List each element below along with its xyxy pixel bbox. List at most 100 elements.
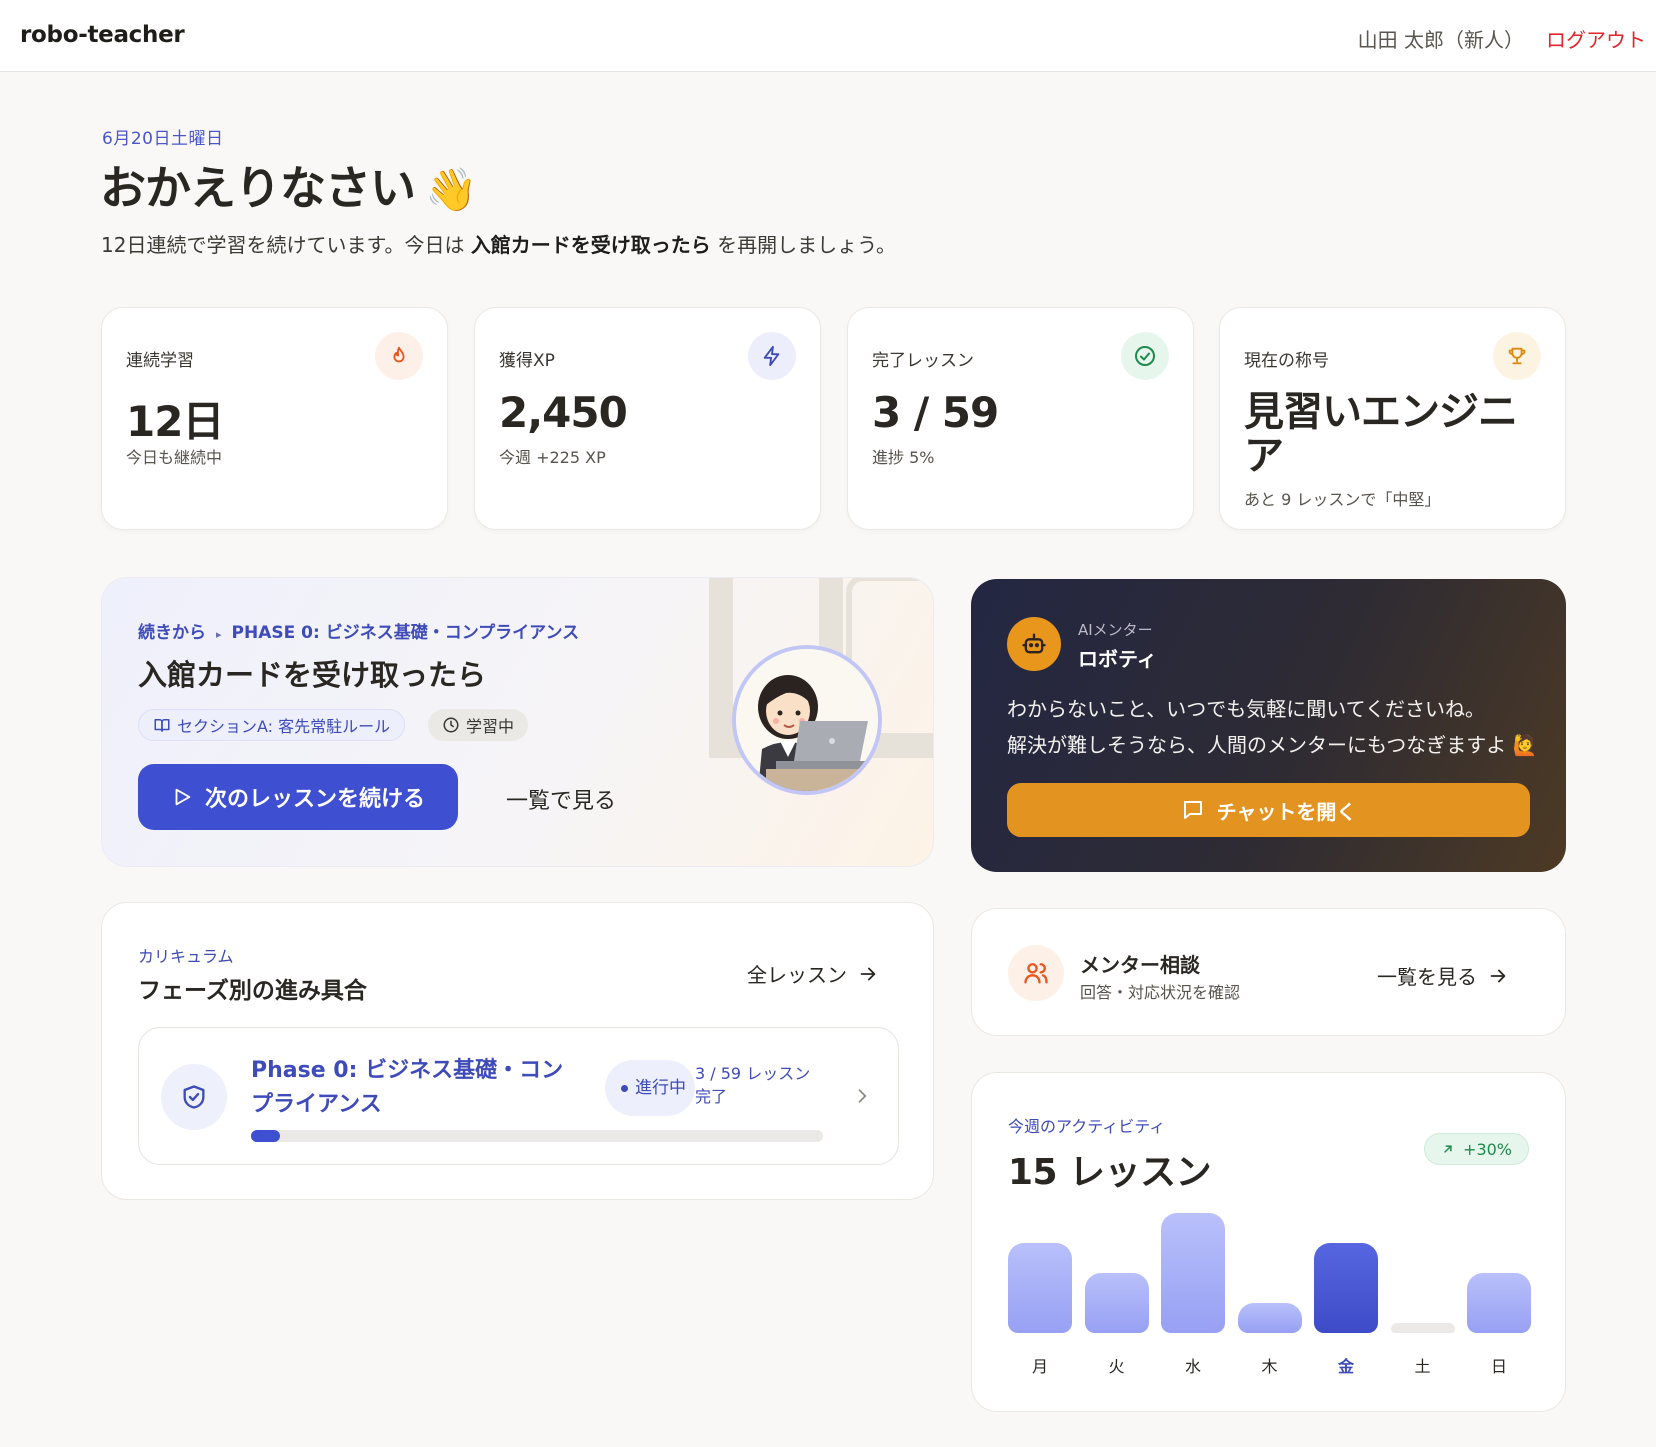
status-dot-icon — [621, 1085, 628, 1092]
phase-progress-fill — [251, 1130, 280, 1142]
stat-value: 見習いエンジニア — [1244, 389, 1518, 479]
curriculum-card: カリキュラム フェーズ別の進み具合 全レッスン Phase 0: ビジネス基礎・… — [101, 902, 934, 1200]
mentor-kicker: AIメンター — [1078, 621, 1153, 639]
weekly-activity-card: 今週のアクティビティ 15 レッスン +30% 月 火 水 木 金 土 日 — [971, 1072, 1566, 1412]
activity-bar — [1237, 1303, 1302, 1333]
phase-lesson-count: 3 / 59 レッスン完了 — [695, 1064, 811, 1106]
stat-label: 現在の称号 — [1244, 351, 1329, 371]
phase-name: Phase 0: ビジネス基礎・コンプライアンス — [251, 1058, 564, 1117]
activity-day-label: 金 — [1337, 1357, 1354, 1376]
activity-day-label: 水 — [1184, 1357, 1201, 1376]
subtitle-post: を再開しましょう。 — [710, 233, 896, 257]
play-icon — [175, 788, 191, 806]
stat-card-streak: 連続学習 12日 今日も継続中 — [101, 307, 448, 530]
activity-bar — [1314, 1243, 1378, 1333]
users-icon — [1008, 945, 1064, 1001]
activity-day-label: 月 — [1031, 1357, 1048, 1376]
page-title: おかえりなさい 👋 — [100, 152, 477, 218]
activity-day-label: 土 — [1414, 1357, 1431, 1376]
current-date: 6月20日土曜日 — [102, 129, 224, 149]
consult-subtitle: 回答・対応状況を確認 — [1080, 983, 1241, 1002]
stat-card-xp: 獲得XP 2,450 今週 +225 XP — [474, 307, 821, 530]
learner-illustration — [732, 645, 882, 795]
mentor-message-line2: 解決が難しそうなら、人間のメンターにもつなぎますよ 🙋 — [1007, 733, 1538, 757]
all-lessons-link[interactable]: 全レッスン — [747, 959, 879, 988]
phase-status-label: 進行中 — [635, 1078, 686, 1098]
arrow-right-icon — [860, 967, 876, 980]
subtitle-pre: 12日連続で学習を続けています。今日は — [101, 233, 471, 257]
breadcrumb-separator-icon: ▸ — [216, 628, 222, 641]
consult-list-link[interactable]: 一覧を見る — [1377, 961, 1509, 990]
stat-sub: あと 9 レッスンで「中堅」 — [1244, 490, 1441, 509]
activity-bar — [1467, 1273, 1531, 1333]
open-chat-label: チャットを開く — [1216, 801, 1357, 824]
stat-sub: 今週 +225 XP — [499, 448, 606, 467]
greeting-text: おかえりなさい — [100, 161, 416, 215]
user-name: 山田 太郎（新人） — [1357, 28, 1524, 52]
stat-value: 3 / 59 — [872, 388, 999, 437]
book-icon — [154, 719, 170, 732]
curriculum-title: フェーズ別の進み具合 — [138, 978, 367, 1004]
activity-bar — [1008, 1243, 1072, 1333]
activity-day-label: 日 — [1490, 1357, 1507, 1376]
consult-title: メンター相談 — [1080, 953, 1200, 977]
open-chat-button[interactable]: チャットを開く — [1007, 783, 1530, 837]
stat-label: 完了レッスン — [872, 351, 974, 371]
logout-link[interactable]: ログアウト — [1546, 24, 1646, 53]
activity-bar — [1084, 1273, 1149, 1333]
curriculum-kicker: カリキュラム — [138, 947, 234, 966]
breadcrumb: 続きから ▸ PHASE 0: ビジネス基礎・コンプライアンス — [138, 618, 579, 643]
stat-card-lessons: 完了レッスン 3 / 59 進捗 5% — [847, 307, 1194, 530]
stat-sub: 進捗 5% — [872, 448, 935, 467]
subtitle-lesson: 入館カードを受け取ったら — [470, 233, 711, 257]
trophy-icon — [1493, 332, 1541, 380]
mentor-message-line1: わからないこと、いつでも気軽に聞いてくださいね。 — [1007, 697, 1485, 721]
view-list-link[interactable]: 一覧で見る — [506, 783, 616, 815]
robot-icon — [1007, 617, 1061, 671]
phase-status-badge: 進行中 — [605, 1060, 695, 1116]
phase-row[interactable]: Phase 0: ビジネス基礎・コンプライアンス 進行中 3 / 59 レッスン… — [138, 1027, 899, 1165]
top-navbar: robo-teacher 山田 太郎（新人） ログアウト — [0, 0, 1656, 72]
brand-logo[interactable]: robo-teacher — [20, 22, 185, 48]
stat-card-title: 現在の称号 見習いエンジニア あと 9 レッスンで「中堅」 — [1219, 307, 1566, 530]
chevron-right-icon — [858, 1089, 867, 1103]
consult-list-label: 一覧を見る — [1377, 965, 1477, 989]
section-chip-label: セクションA: 客先常駐ルール — [177, 717, 391, 736]
activity-bar — [1390, 1323, 1455, 1333]
lesson-title: 入館カードを受け取ったら — [138, 658, 487, 692]
activity-day-label: 木 — [1261, 1357, 1278, 1376]
stat-sub: 今日も継続中 — [126, 448, 223, 467]
trend-value: +30% — [1463, 1139, 1512, 1159]
activity-kicker: 今週のアクティビティ — [1008, 1117, 1166, 1136]
continue-lesson-button[interactable]: 次のレッスンを続ける — [138, 764, 458, 830]
mentor-name: ロボティ — [1078, 647, 1157, 671]
continue-lesson-label: 次のレッスンを続ける — [204, 786, 425, 811]
breadcrumb-phase[interactable]: PHASE 0: ビジネス基礎・コンプライアンス — [232, 623, 580, 643]
section-chip: セクションA: 客先常駐ルール — [138, 709, 406, 741]
trend-badge: +30% — [1424, 1133, 1529, 1165]
stat-label: 獲得XP — [499, 351, 555, 371]
activity-bar-chart — [1008, 1213, 1531, 1333]
all-lessons-label: 全レッスン — [747, 963, 847, 987]
mentor-consult-card[interactable]: メンター相談 回答・対応状況を確認 一覧を見る — [971, 908, 1566, 1036]
activity-total: 15 レッスン — [1008, 1152, 1212, 1193]
check-circle-icon — [1121, 332, 1169, 380]
arrow-right-icon — [1490, 969, 1506, 982]
ai-mentor-card: AIメンター ロボティ わからないこと、いつでも気軽に聞いてくださいね。 解決が… — [971, 579, 1566, 872]
trend-up-icon — [1444, 1145, 1452, 1153]
stat-value: 2,450 — [499, 388, 628, 437]
greeting-subtitle: 12日連続で学習を続けています。今日は 入館カードを受け取ったら を再開しましょ… — [101, 229, 896, 258]
shield-check-icon — [161, 1064, 227, 1130]
wave-emoji-icon: 👋 — [425, 165, 477, 214]
stat-value: 12日 — [126, 397, 224, 446]
clock-icon — [443, 717, 459, 733]
phase-progress-track — [251, 1130, 823, 1142]
activity-bar — [1161, 1213, 1225, 1333]
flame-icon — [375, 332, 423, 380]
continue-learning-card: 続きから ▸ PHASE 0: ビジネス基礎・コンプライアンス 入館カードを受け取っ… — [101, 577, 934, 867]
bolt-icon — [748, 332, 796, 380]
breadcrumb-continue: 続きから — [138, 623, 206, 643]
activity-day-label: 火 — [1108, 1357, 1125, 1376]
chat-bubble-icon — [1183, 801, 1202, 819]
status-chip: 学習中 — [428, 709, 529, 741]
